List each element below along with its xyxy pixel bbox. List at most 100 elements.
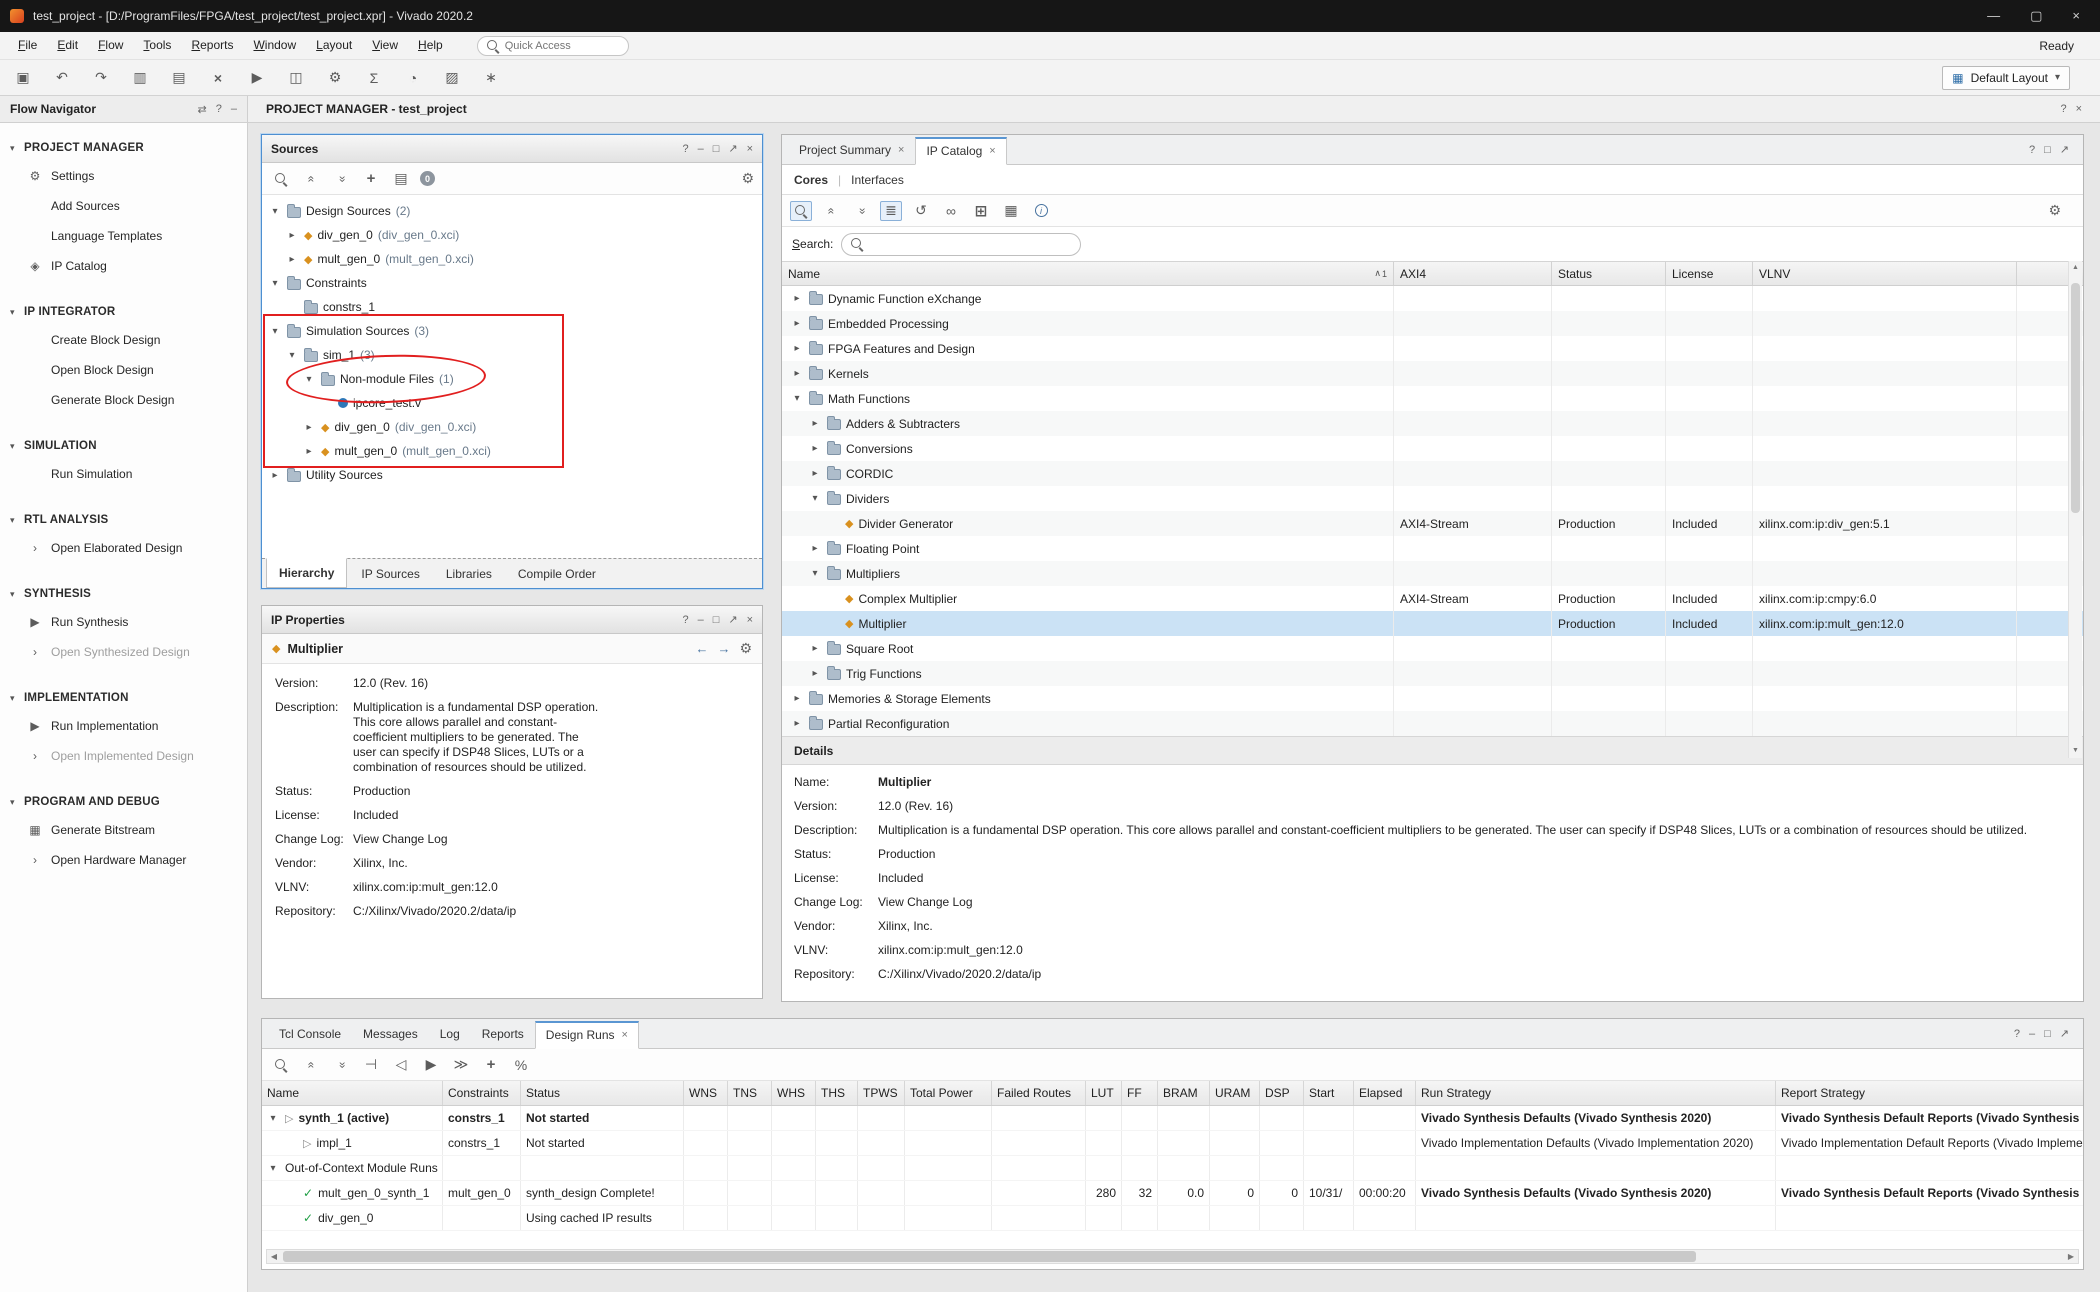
catalog-row-memories-storage-elements[interactable]: ▸Memories & Storage Elements (782, 686, 2083, 711)
flow-item-open-implemented-design[interactable]: ›Open Implemented Design (0, 741, 247, 771)
flow-item-run-implementation[interactable]: ▶Run Implementation (0, 711, 247, 741)
dashboard-icon[interactable]: ◫ (285, 68, 307, 88)
maximize-icon[interactable]: □ (713, 143, 720, 155)
flow-item-run-simulation[interactable]: Run Simulation (0, 459, 247, 489)
menu-file[interactable]: File (8, 32, 47, 59)
expander-icon[interactable]: ▸ (790, 343, 804, 354)
close-icon[interactable]: × (747, 143, 753, 155)
help-icon[interactable]: ? (682, 614, 688, 626)
flow-section-header[interactable]: ▾IP INTEGRATOR (0, 299, 247, 325)
runs-column-constraints[interactable]: Constraints (443, 1081, 521, 1105)
search-icon[interactable] (270, 169, 292, 189)
maximize-icon[interactable]: □ (713, 614, 720, 626)
run-row-div-gen-0[interactable]: ✓div_gen_0Using cached IP results (262, 1206, 2083, 1231)
add-sources-icon[interactable]: + (360, 169, 382, 189)
runs-column-dsp[interactable]: DSP (1260, 1081, 1304, 1105)
expander-icon[interactable]: ▸ (808, 418, 822, 429)
scroll-up-icon[interactable]: ▲ (2069, 261, 2082, 275)
flow-item-create-block-design[interactable]: Create Block Design (0, 325, 247, 355)
runs-tab-reports[interactable]: Reports (471, 1021, 535, 1048)
catalog-column-name[interactable]: Name∧1 (782, 262, 1394, 285)
expander-icon[interactable]: ▾ (808, 493, 822, 504)
flow-item-run-synthesis[interactable]: ▶Run Synthesis (0, 607, 247, 637)
help-icon[interactable]: ? (2060, 103, 2066, 115)
percent-icon[interactable]: % (510, 1055, 532, 1075)
wand-icon[interactable]: ∗ (480, 68, 502, 88)
expander-icon[interactable]: ▾ (266, 1113, 280, 1124)
runs-tab-design-runs[interactable]: Design Runs× (535, 1021, 639, 1049)
expander-icon[interactable]: ▾ (268, 206, 282, 217)
flow-item-open-elaborated-design[interactable]: ›Open Elaborated Design (0, 533, 247, 563)
tree-item-ipcore-test-v[interactable]: ipcore_test.v (262, 391, 762, 415)
field-value[interactable]: Production (878, 847, 2071, 862)
timer-icon[interactable]: ◔ (402, 68, 424, 88)
settings-gear-icon[interactable]: ⚙ (2048, 202, 2061, 219)
menu-layout[interactable]: Layout (306, 32, 362, 59)
catalog-row-math-functions[interactable]: ▾Math Functions (782, 386, 2083, 411)
minimize-icon[interactable]: ‒ (2029, 1028, 2035, 1040)
float-icon[interactable]: ↗ (728, 613, 737, 626)
tree-item-non-module-files[interactable]: ▾Non-module Files (1) (262, 367, 762, 391)
runs-scrollbar[interactable]: ◀ ▶ (266, 1249, 2079, 1264)
tree-item-constraints[interactable]: ▾Constraints (262, 271, 762, 295)
ip-properties-header[interactable]: IP Properties ? ‒ □ ↗ × (262, 606, 762, 634)
help-icon[interactable]: ? (682, 143, 688, 155)
expander-icon[interactable]: ▸ (790, 718, 804, 729)
catalog-row-trig-functions[interactable]: ▸Trig Functions (782, 661, 2083, 686)
runs-column-tpws[interactable]: TPWS (858, 1081, 905, 1105)
tree-item-design-sources[interactable]: ▾Design Sources (2) (262, 199, 762, 223)
scroll-down-icon[interactable]: ▼ (2069, 744, 2082, 758)
run-row-mult-gen-0-synth-1[interactable]: ✓mult_gen_0_synth_1mult_gen_0synth_desig… (262, 1181, 2083, 1206)
tree-item-sim-1[interactable]: ▾sim_1 (3) (262, 343, 762, 367)
menu-window[interactable]: Window (243, 32, 306, 59)
create-runs-icon[interactable]: + (480, 1055, 502, 1075)
expander-icon[interactable]: ▸ (302, 422, 316, 433)
sources-tab-libraries[interactable]: Libraries (434, 559, 504, 588)
flow-section-header[interactable]: ▾PROGRAM AND DEBUG (0, 789, 247, 815)
flow-item-generate-bitstream[interactable]: ▦Generate Bitstream (0, 815, 247, 845)
expander-icon[interactable]: ▾ (302, 374, 316, 385)
flow-item-settings[interactable]: ⚙Settings (0, 161, 247, 191)
catalog-row-cordic[interactable]: ▸CORDIC (782, 461, 2083, 486)
runs-tab-messages[interactable]: Messages (352, 1021, 429, 1048)
flow-section-header[interactable]: ▾SYNTHESIS (0, 581, 247, 607)
fast-forward-icon[interactable]: ≫ (450, 1055, 472, 1075)
tree-item-mult-gen-0[interactable]: ▸◆mult_gen_0 (mult_gen_0.xci) (262, 247, 762, 271)
collapse-all-icon[interactable]: « (300, 169, 322, 189)
minimize-icon[interactable]: ‒ (698, 143, 704, 155)
float-icon[interactable]: ↗ (2060, 1027, 2069, 1040)
sources-tab-hierarchy[interactable]: Hierarchy (266, 558, 347, 588)
expander-icon[interactable]: ▾ (808, 568, 822, 579)
runs-column-failed-routes[interactable]: Failed Routes (992, 1081, 1086, 1105)
field-value[interactable]: View Change Log (878, 895, 2071, 910)
close-tab-icon[interactable]: × (898, 144, 904, 156)
catalog-column-license[interactable]: License (1666, 262, 1753, 285)
scrollbar-thumb[interactable] (2071, 283, 2080, 513)
expander-icon[interactable]: ▸ (790, 318, 804, 329)
run-row-synth-1-active[interactable]: ▾▷synth_1 (active)constrs_1Not startedVi… (262, 1106, 2083, 1131)
catalog-tab-ip-catalog[interactable]: IP Catalog× (915, 137, 1006, 165)
close-tab-icon[interactable]: × (989, 145, 995, 157)
catalog-row-partial-reconfiguration[interactable]: ▸Partial Reconfiguration (782, 711, 2083, 736)
runs-column-whs[interactable]: WHS (772, 1081, 816, 1105)
expander-icon[interactable]: ▸ (808, 543, 822, 554)
catalog-search-box[interactable] (841, 233, 1081, 256)
catalog-row-kernels[interactable]: ▸Kernels (782, 361, 2083, 386)
close-button[interactable]: × (2072, 8, 2080, 24)
swap-icon[interactable]: ⇄ (198, 103, 207, 116)
expander-icon[interactable]: ▸ (808, 443, 822, 454)
flow-item-open-hardware-manager[interactable]: ›Open Hardware Manager (0, 845, 247, 875)
quick-access[interactable] (477, 36, 629, 56)
close-tab-icon[interactable]: × (622, 1029, 628, 1041)
catalog-row-adders-subtracters[interactable]: ▸Adders & Subtracters (782, 411, 2083, 436)
scrollbar-thumb[interactable] (283, 1251, 1696, 1262)
run-row-impl-1[interactable]: ▷impl_1constrs_1Not startedVivado Implem… (262, 1131, 2083, 1156)
search-icon[interactable] (270, 1055, 292, 1075)
expander-icon[interactable]: ▸ (268, 470, 282, 481)
catalog-search-input[interactable] (870, 237, 1050, 251)
runs-column-bram[interactable]: BRAM (1158, 1081, 1210, 1105)
expander-icon[interactable]: ▸ (790, 368, 804, 379)
table-icon[interactable]: ▦ (1000, 201, 1022, 221)
expander-icon[interactable]: ▸ (808, 668, 822, 679)
flow-item-add-sources[interactable]: Add Sources (0, 191, 247, 221)
